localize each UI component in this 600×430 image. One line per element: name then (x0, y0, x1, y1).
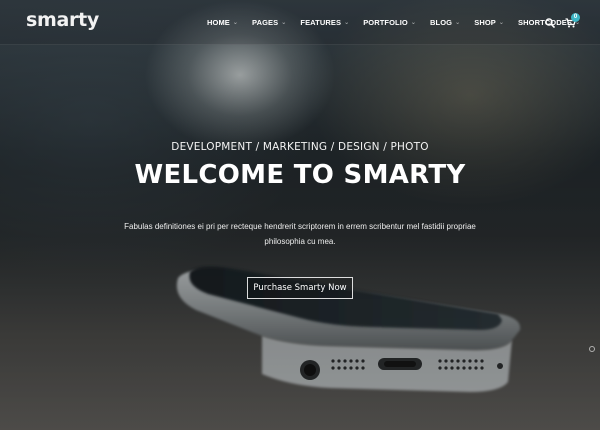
purchase-button[interactable]: Purchase Smarty Now (247, 277, 353, 299)
hero-description: Fabulas definitiones ei pri per recteque… (124, 222, 476, 246)
hero-title: WELCOME TO SMARTY (134, 160, 466, 190)
hero-section: DEVELOPMENT / MARKETING / DESIGN / PHOTO… (0, 0, 600, 430)
hero-subtitle: DEVELOPMENT / MARKETING / DESIGN / PHOTO (171, 141, 429, 153)
scroll-indicator-icon[interactable] (589, 346, 595, 352)
